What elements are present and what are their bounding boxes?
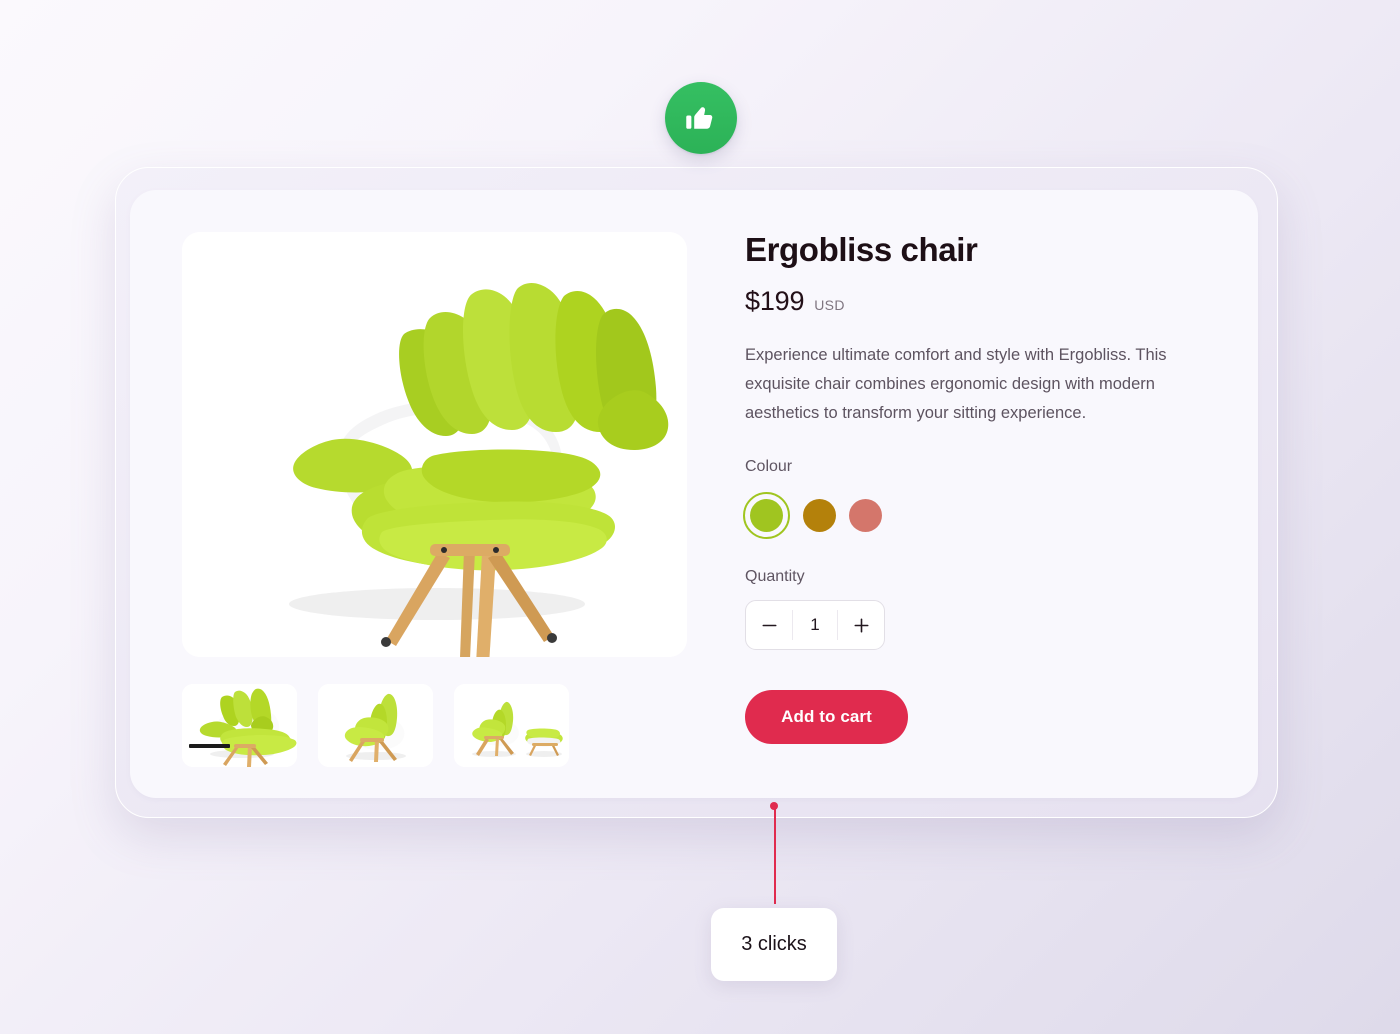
quantity-label: Quantity — [745, 568, 805, 586]
colour-swatch-core — [750, 499, 783, 533]
thumbnail-with-ottoman[interactable] — [454, 684, 569, 767]
text-cursor-artifact — [189, 744, 230, 748]
quantity-value[interactable]: 1 — [793, 601, 837, 649]
product-gallery — [182, 232, 687, 767]
colour-label: Colour — [745, 458, 793, 476]
product-description: Experience ultimate comfort and style wi… — [745, 346, 1167, 423]
annotation-label: 3 clicks — [741, 933, 807, 955]
annotation-anchor-dot — [770, 802, 778, 810]
main-product-image[interactable] — [182, 232, 687, 657]
price-currency: USD — [814, 297, 845, 314]
page-title: Ergobliss chair — [745, 231, 978, 268]
thumbnail-front-view[interactable] — [182, 684, 297, 767]
thumbnail-row — [182, 684, 687, 767]
annotation-connector-line — [774, 806, 776, 904]
minus-icon[interactable] — [746, 601, 792, 649]
product-details: Ergobliss chair $199 USD Experience ulti… — [743, 231, 1215, 745]
thumbnail-side-view[interactable] — [318, 684, 433, 767]
colour-swatch-mustard-gold[interactable] — [803, 499, 836, 533]
colour-swatch-lime-green[interactable] — [743, 492, 790, 540]
price-row: $199 USD — [745, 286, 1215, 317]
thumbs-up-badge — [665, 82, 737, 154]
plus-icon[interactable] — [838, 601, 884, 649]
thumbs-up-icon — [684, 101, 718, 135]
colour-swatch-row — [743, 492, 1215, 540]
colour-selector: Colour — [743, 458, 1215, 540]
quantity-selector: Quantity 1 — [745, 568, 1215, 651]
colour-swatch-terracotta-salmon[interactable] — [849, 499, 882, 533]
add-to-cart-button[interactable]: Add to cart — [745, 690, 908, 745]
annotation-callout: 3 clicks — [711, 908, 837, 981]
quantity-stepper: 1 — [745, 600, 885, 651]
product-detail-card: Ergobliss chair $199 USD Experience ulti… — [130, 190, 1258, 798]
price-value: $199 — [745, 286, 805, 317]
